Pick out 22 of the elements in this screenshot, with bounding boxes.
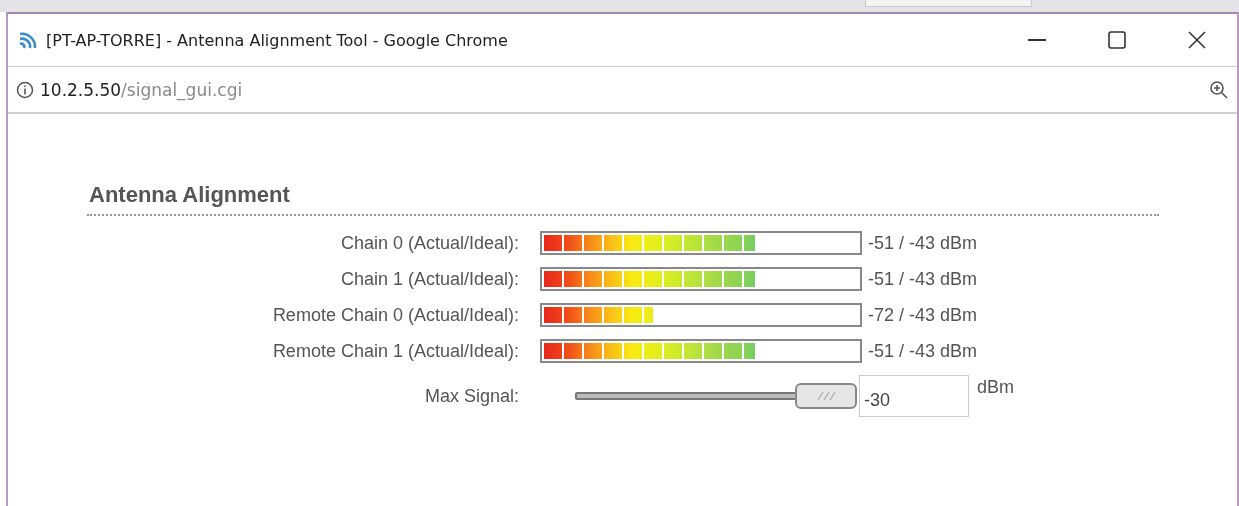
meter-label: Chain 0 (Actual/Ideal):: [339, 232, 520, 254]
close-icon[interactable]: [1188, 31, 1206, 49]
meter-reading: -51 / -43 dBm: [867, 268, 979, 290]
meter-label: Remote Chain 1 (Actual/Ideal):: [271, 340, 520, 362]
info-icon[interactable]: [16, 80, 34, 99]
meter-reading: -51 / -43 dBm: [867, 340, 979, 362]
window-title: [PT-AP-TORRE] - Antenna Alignment Tool - Google Chrome: [46, 30, 509, 50]
meter-reading: -72 / -43 dBm: [867, 304, 979, 326]
meter-label: Chain 1 (Actual/Ideal):: [339, 268, 520, 290]
max-signal-field[interactable]: -30: [859, 375, 969, 417]
meter-label: Remote Chain 0 (Actual/Ideal):: [271, 304, 520, 326]
unit-label: dBm: [977, 377, 1014, 398]
url-host[interactable]: 10.2.5.50: [40, 79, 122, 100]
maximize-icon[interactable]: [1108, 31, 1126, 49]
slider-thumb[interactable]: [795, 383, 857, 409]
section-title: Antenna Alignment: [87, 182, 1159, 216]
slider-label: Max Signal:: [423, 385, 520, 407]
url-path[interactable]: /signal_gui.cgi: [121, 79, 243, 100]
zoom-icon[interactable]: [1209, 79, 1229, 100]
meter-reading: -51 / -43 dBm: [867, 232, 979, 254]
wifi-signal-icon: [18, 31, 38, 49]
max-signal-slider[interactable]: [575, 383, 857, 409]
